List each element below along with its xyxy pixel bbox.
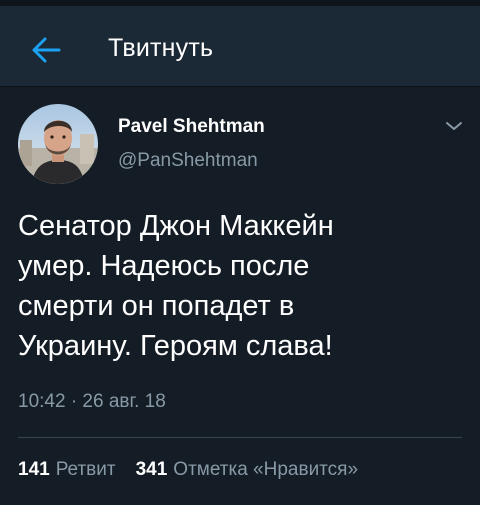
tweet-stats: 141 Ретвит 341 Отметка «Нравится» — [18, 458, 358, 482]
likes-count: 341 — [135, 459, 168, 480]
stats-divider — [18, 437, 462, 438]
likes-label: Отметка «Нравится» — [173, 459, 359, 480]
app-header: Твитнуть — [0, 6, 480, 86]
author-handle[interactable]: @PanShehtman — [118, 150, 258, 172]
back-button[interactable] — [26, 30, 66, 70]
user-avatar-photo — [18, 104, 98, 184]
chevron-down-icon — [446, 122, 462, 130]
tweet-timestamp: 10:42 · 26 авг. 18 — [18, 391, 166, 412]
arrow-left-icon — [32, 37, 61, 63]
retweets-count: 141 — [18, 459, 50, 480]
likes-stat[interactable]: 341 Отметка «Нравится» — [136, 458, 358, 482]
page-title: Твитнуть — [108, 34, 214, 62]
retweets-label: Ретвит — [55, 459, 116, 480]
tweet-text: Сенатор Джон Маккейн умер. Надеюсь после… — [18, 210, 334, 362]
tweet-menu-button[interactable] — [440, 114, 468, 138]
header-divider — [0, 86, 480, 87]
author-name[interactable]: Pavel Shehtman — [118, 116, 265, 138]
retweets-stat[interactable]: 141 Ретвит — [18, 458, 116, 482]
avatar[interactable] — [18, 104, 98, 184]
